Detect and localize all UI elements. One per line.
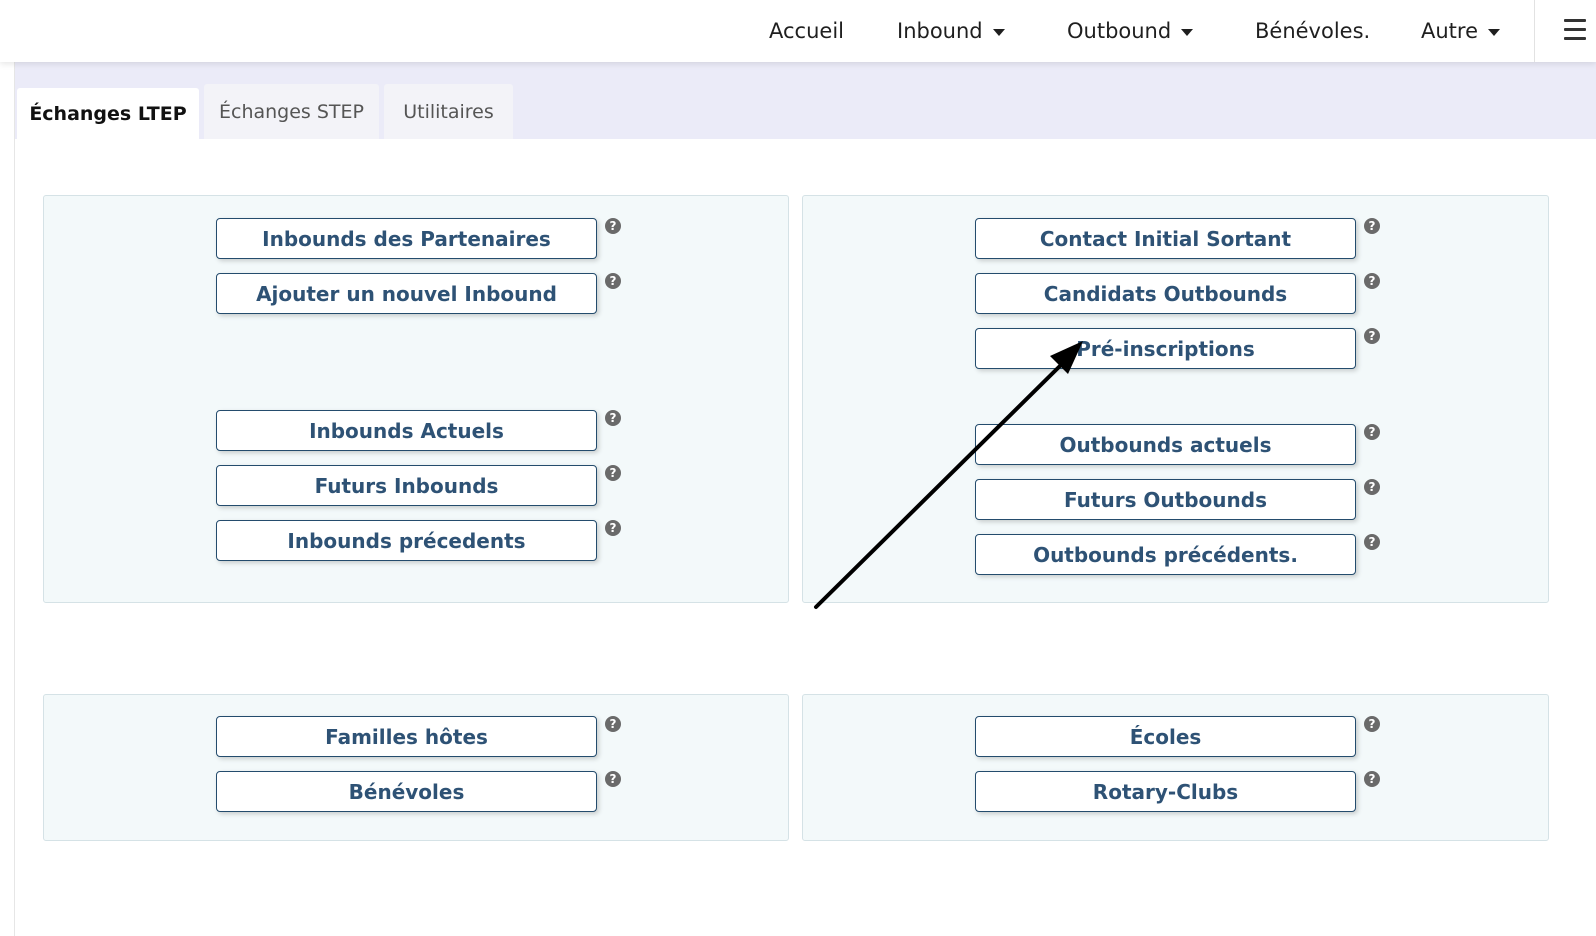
future-inbounds-button[interactable]: Futurs Inbounds — [216, 465, 597, 506]
nav-outbound-dropdown[interactable]: Outbound — [1067, 0, 1194, 62]
current-outbounds-label: Outbounds actuels — [1059, 432, 1272, 457]
previous-outbounds-label: Outbounds précédents. — [1033, 542, 1298, 567]
help-icon[interactable]: ? — [1364, 273, 1380, 289]
help-icon[interactable]: ? — [1364, 218, 1380, 234]
caret-down-icon — [1488, 28, 1501, 36]
previous-inbounds-label: Inbounds précedents — [287, 528, 526, 553]
help-icon[interactable]: ? — [605, 465, 621, 481]
help-icon[interactable]: ? — [1364, 716, 1380, 732]
nav-other-label: Autre — [1421, 19, 1479, 43]
help-icon[interactable]: ? — [605, 218, 621, 234]
help-icon[interactable]: ? — [605, 771, 621, 787]
nav-volunteers-link[interactable]: Bénévoles. — [1255, 0, 1370, 62]
previous-outbounds-button[interactable]: Outbounds précédents. — [975, 534, 1356, 575]
tab-utilitaires[interactable]: Utilitaires — [384, 84, 513, 139]
inbounds-partners-button[interactable]: Inbounds des Partenaires — [216, 218, 597, 259]
nav-inbound-label: Inbound — [897, 19, 983, 43]
current-inbounds-button[interactable]: Inbounds Actuels — [216, 410, 597, 451]
tab-echanges-ltep-label: Échanges LTEP — [29, 102, 187, 125]
add-inbound-button[interactable]: Ajouter un nouvel Inbound — [216, 273, 597, 314]
schools-label: Écoles — [1129, 724, 1202, 749]
top-navbar: Accueil Inbound Outbound Bénévoles. Autr… — [0, 0, 1596, 62]
outbound-candidates-button[interactable]: Candidats Outbounds — [975, 273, 1356, 314]
current-inbounds-label: Inbounds Actuels — [309, 418, 504, 443]
hamburger-menu-icon[interactable] — [1564, 19, 1586, 41]
tab-echanges-ltep[interactable]: Échanges LTEP — [17, 88, 199, 139]
help-icon[interactable]: ? — [1364, 771, 1380, 787]
rotary-clubs-label: Rotary-Clubs — [1092, 779, 1239, 804]
tab-bar: Échanges LTEP Échanges STEP Utilitaires — [15, 62, 1596, 139]
caret-down-icon — [992, 28, 1005, 36]
inbounds-partners-label: Inbounds des Partenaires — [262, 226, 551, 251]
volunteers-button[interactable]: Bénévoles — [216, 771, 597, 812]
help-icon[interactable]: ? — [605, 716, 621, 732]
outbound-candidates-label: Candidats Outbounds — [1043, 281, 1288, 306]
help-icon[interactable]: ? — [1364, 534, 1380, 550]
preregistrations-button[interactable]: Pré-inscriptions — [975, 328, 1356, 369]
help-icon[interactable]: ? — [605, 273, 621, 289]
volunteers-label: Bénévoles — [348, 779, 465, 804]
nav-home-link[interactable]: Accueil — [769, 0, 844, 62]
current-outbounds-button[interactable]: Outbounds actuels — [975, 424, 1356, 465]
nav-divider — [1534, 0, 1535, 62]
help-icon[interactable]: ? — [1364, 328, 1380, 344]
previous-inbounds-button[interactable]: Inbounds précedents — [216, 520, 597, 561]
tab-echanges-step-label: Échanges STEP — [219, 100, 364, 123]
future-inbounds-label: Futurs Inbounds — [314, 473, 499, 498]
initial-contact-button[interactable]: Contact Initial Sortant — [975, 218, 1356, 259]
tab-echanges-step[interactable]: Échanges STEP — [204, 84, 379, 139]
initial-contact-label: Contact Initial Sortant — [1039, 226, 1292, 251]
future-outbounds-button[interactable]: Futurs Outbounds — [975, 479, 1356, 520]
help-icon[interactable]: ? — [605, 520, 621, 536]
schools-button[interactable]: Écoles — [975, 716, 1356, 757]
caret-down-icon — [1181, 28, 1194, 36]
preregistrations-label: Pré-inscriptions — [1076, 336, 1255, 361]
host-families-button[interactable]: Familles hôtes — [216, 716, 597, 757]
rotary-clubs-button[interactable]: Rotary-Clubs — [975, 771, 1356, 812]
future-outbounds-label: Futurs Outbounds — [1064, 487, 1267, 512]
nav-inbound-dropdown[interactable]: Inbound — [897, 0, 1005, 62]
host-families-label: Familles hôtes — [325, 724, 488, 749]
add-inbound-label: Ajouter un nouvel Inbound — [256, 281, 557, 306]
help-icon[interactable]: ? — [1364, 479, 1380, 495]
help-icon[interactable]: ? — [605, 410, 621, 426]
nav-other-dropdown[interactable]: Autre — [1421, 0, 1501, 62]
nav-volunteers-label: Bénévoles. — [1255, 19, 1371, 43]
nav-outbound-label: Outbound — [1067, 19, 1172, 43]
tab-utilitaires-label: Utilitaires — [403, 100, 494, 123]
help-icon[interactable]: ? — [1364, 424, 1380, 440]
nav-home-label: Accueil — [769, 19, 844, 43]
